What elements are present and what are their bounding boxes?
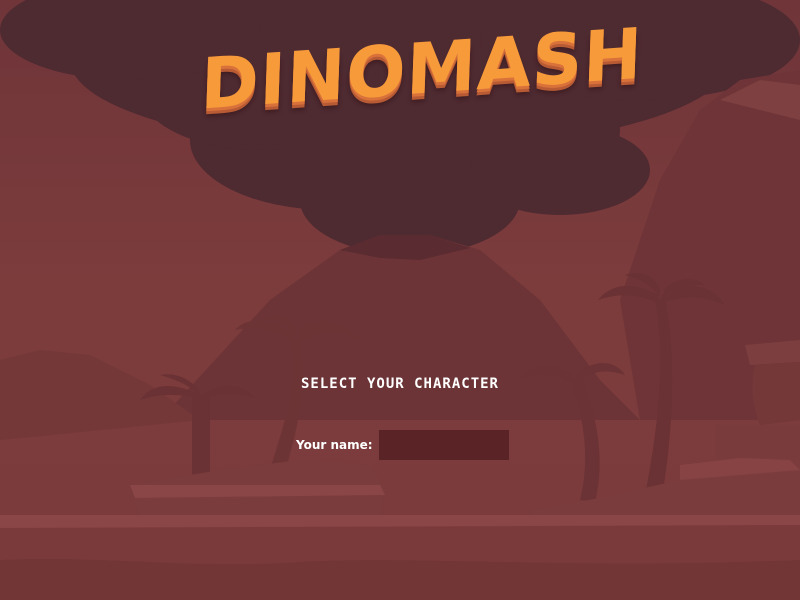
game-screen: DINOMASH SELECT YOUR CHARACTER Your name… bbox=[0, 0, 800, 600]
name-entry-row: Your name: bbox=[296, 430, 509, 460]
name-input[interactable] bbox=[378, 430, 509, 460]
name-label: Your name: bbox=[296, 438, 373, 452]
character-select-title: SELECT YOUR CHARACTER bbox=[300, 376, 499, 392]
